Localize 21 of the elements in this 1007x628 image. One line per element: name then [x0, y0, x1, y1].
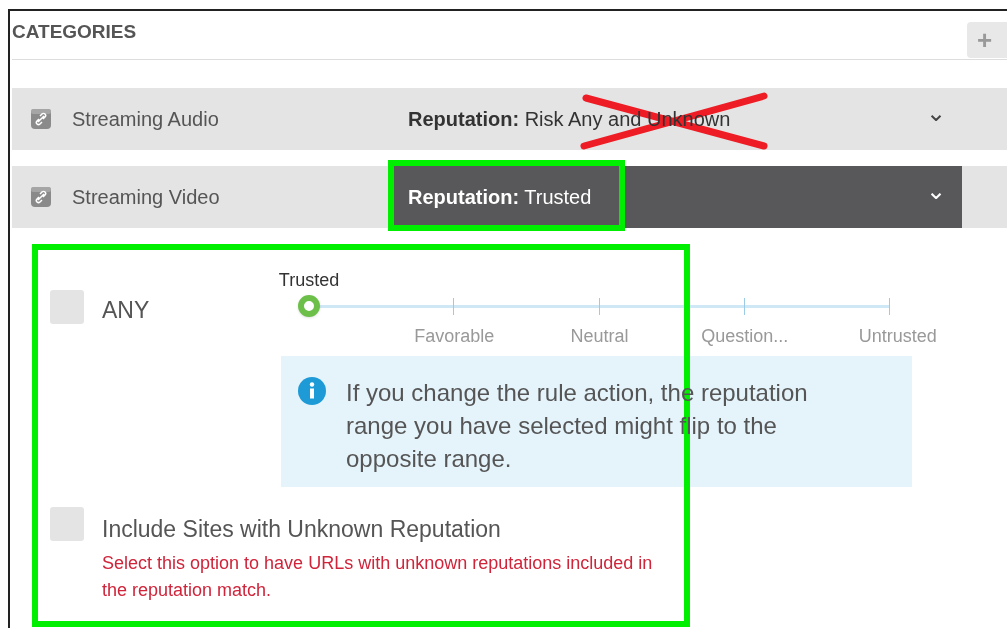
checkbox-label: ANY: [102, 296, 150, 325]
checkbox-label: Include Sites with Unknown Reputation: [102, 515, 502, 544]
info-icon: [298, 377, 326, 405]
category-row[interactable]: Streaming Video Reputation: Trusted ⌄: [12, 166, 1007, 228]
link-icon: [30, 186, 52, 208]
caret-icon[interactable]: ⌄: [926, 179, 946, 203]
tick-label: Question...: [701, 325, 789, 348]
slider-thumb[interactable]: [298, 295, 320, 317]
caret-icon[interactable]: ⌄: [926, 101, 946, 125]
checkbox[interactable]: [50, 507, 84, 541]
tick-label: Untrusted: [858, 325, 937, 348]
checkbox[interactable]: [50, 290, 84, 324]
link-icon: [30, 108, 52, 130]
tick-label: Favorable: [414, 325, 495, 348]
category-name: Streaming Video: [72, 185, 220, 210]
panel-title: CATEGORIES: [12, 20, 137, 44]
tick-label: Neutral: [570, 325, 629, 348]
category-name: Streaming Audio: [72, 107, 219, 132]
reputation-summary: Reputation: Trusted: [408, 185, 592, 210]
slider-value-label: Trusted: [278, 269, 340, 292]
help-text: Select this option to have URLs with unknown reputations included in the reputation match.: [102, 551, 654, 602]
